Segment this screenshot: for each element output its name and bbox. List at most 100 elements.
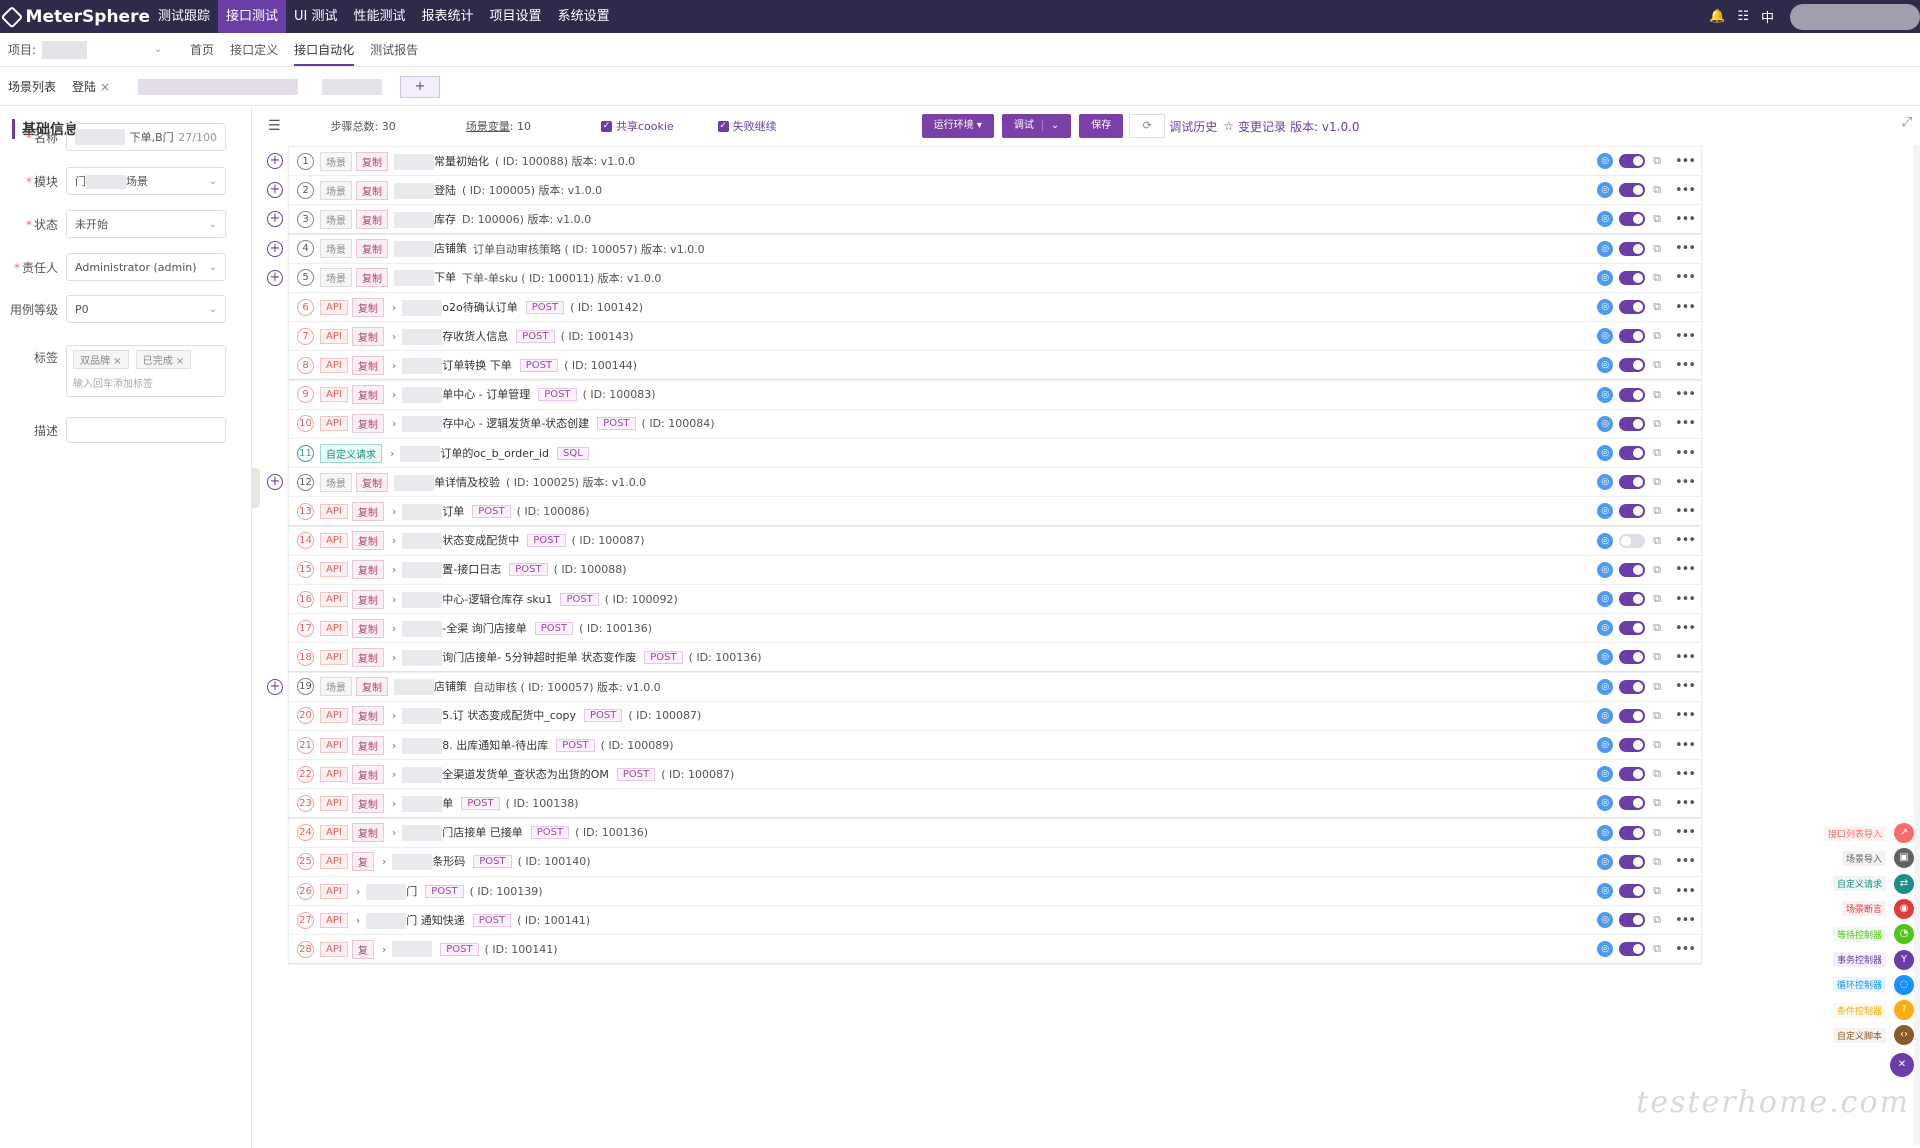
step-name[interactable]: 条形码 xyxy=(392,853,465,871)
close-toolbar-button[interactable]: ✕ xyxy=(1890,1052,1914,1077)
env-icon[interactable]: ◎ xyxy=(1597,269,1614,286)
save-button[interactable]: 保存 xyxy=(1079,114,1124,138)
more-icon[interactable]: ••• xyxy=(1675,446,1696,461)
copy-icon[interactable]: ⧉ xyxy=(1653,300,1661,314)
step-card[interactable]: 16 API 复制 › 中心-逻辑仓库存 sku1 POST ( ID: 100092) ◎ ⧉… xyxy=(288,584,1702,614)
copy-icon[interactable]: ⧉ xyxy=(1653,388,1661,402)
enable-toggle[interactable] xyxy=(1619,650,1646,665)
copy-icon[interactable]: ⧉ xyxy=(1653,650,1661,664)
more-icon[interactable]: ••• xyxy=(1675,854,1696,869)
chevron-right-icon[interactable]: › xyxy=(392,534,396,547)
desc-textarea[interactable] xyxy=(66,417,226,443)
env-icon[interactable]: ◎ xyxy=(1597,912,1614,929)
chevron-right-icon[interactable]: › xyxy=(392,417,396,430)
chevron-right-icon[interactable]: › xyxy=(382,943,386,956)
step-name[interactable]: 店铺策 xyxy=(394,240,467,258)
enable-toggle[interactable] xyxy=(1619,942,1646,957)
enable-toggle[interactable] xyxy=(1619,592,1646,606)
env-icon[interactable]: ◎ xyxy=(1597,474,1614,491)
step-name[interactable]: 存中心 - 逻辑发货单-状态创建 xyxy=(402,415,589,433)
copy-icon[interactable]: ⧉ xyxy=(1653,271,1661,285)
enable-toggle[interactable] xyxy=(1619,533,1646,548)
step-name[interactable]: 门 通知快递 xyxy=(366,912,465,929)
chevron-right-icon[interactable]: › xyxy=(392,330,396,343)
env-icon[interactable]: ◎ xyxy=(1597,532,1614,549)
app-logo[interactable]: MeterSphere xyxy=(0,5,150,28)
more-icon[interactable]: ••• xyxy=(1675,475,1696,490)
chevron-right-icon[interactable]: › xyxy=(392,359,396,372)
share-cookie-checkbox[interactable]: ✓ 共享cookie xyxy=(600,118,674,134)
copy-icon[interactable]: ⧉ xyxy=(1653,154,1661,168)
add-substep-icon[interactable]: + xyxy=(267,153,283,169)
copy-icon[interactable]: ⧉ xyxy=(1653,212,1661,226)
status-select[interactable]: 未开始 ⌄ xyxy=(66,210,226,238)
step-name[interactable]: 8. 出库通知单-待出库 xyxy=(402,737,548,754)
enable-toggle[interactable] xyxy=(1619,183,1646,198)
env-icon[interactable]: ◎ xyxy=(1597,941,1614,958)
fail-continue-checkbox[interactable]: ✓ 失败继续 xyxy=(717,118,777,134)
step-name[interactable]: 常量初始化 xyxy=(394,153,489,170)
subnav-item[interactable]: 首页 xyxy=(190,34,214,66)
more-icon[interactable]: ••• xyxy=(1675,270,1696,285)
run-env-button[interactable]: 运行环境 ▾ xyxy=(921,114,994,138)
more-icon[interactable]: ••• xyxy=(1675,650,1696,665)
tags-input[interactable]: 双品牌 × 已完成 × 输入回车添加标签 xyxy=(66,345,226,397)
step-card[interactable]: 28 API 复 › POST ( ID: 100141) ◎ ⧉ ••• xyxy=(288,934,1702,965)
step-name[interactable]: 全渠道发货单_查状态为出货的OM xyxy=(402,766,609,783)
more-icon[interactable]: ••• xyxy=(1675,329,1696,344)
more-icon[interactable]: ••• xyxy=(1675,796,1696,811)
enable-toggle[interactable] xyxy=(1619,358,1646,373)
enable-toggle[interactable] xyxy=(1619,767,1646,782)
chevron-right-icon[interactable]: › xyxy=(356,914,360,927)
copy-icon[interactable]: ⧉ xyxy=(1653,913,1661,927)
name-field[interactable]: 下单,B门 27/100 xyxy=(66,123,226,151)
scene-vars[interactable]: 场景变量: 10 xyxy=(466,118,531,134)
step-name[interactable]: o2o待确认订单 xyxy=(402,299,518,316)
add-step-tool[interactable]: 事务控制器 Y xyxy=(1832,949,1914,970)
copy-icon[interactable]: ⧉ xyxy=(1653,884,1661,898)
step-name[interactable]: 库存 xyxy=(394,211,456,228)
more-icon[interactable]: ••• xyxy=(1675,825,1696,840)
step-card[interactable]: 12 场景 复制 单详情及校验 ( ID: 100025) 版本: v1.0.0 ◎ ⧉ ••… xyxy=(288,467,1702,498)
add-substep-icon[interactable]: + xyxy=(267,474,283,491)
chevron-right-icon[interactable]: › xyxy=(392,826,396,839)
more-icon[interactable]: ••• xyxy=(1675,767,1696,782)
env-icon[interactable]: ◎ xyxy=(1597,211,1614,228)
add-step-tool[interactable]: 条件控制器? xyxy=(1832,1000,1914,1021)
step-name[interactable]: 存收货人信息 xyxy=(402,328,508,345)
enable-toggle[interactable] xyxy=(1619,387,1646,402)
enable-toggle[interactable] xyxy=(1619,300,1646,314)
chevron-right-icon[interactable]: › xyxy=(356,885,360,898)
copy-icon[interactable]: ⧉ xyxy=(1653,563,1661,577)
step-card[interactable]: 24 API 复制 › 门店接单 已接单 POST ( ID: 100136) ◎ ⧉ ••• xyxy=(288,817,1702,848)
env-icon[interactable]: ◎ xyxy=(1597,824,1614,841)
add-step-tool[interactable]: 场景断言 ◉ xyxy=(1841,898,1914,919)
step-card[interactable]: 25 API 复 › 条形码 POST ( ID: 100140) ◎ ⧉ ••• xyxy=(288,846,1702,877)
step-card[interactable]: 23 API 复制 › 单 POST ( ID: 100138) ◎ ⧉ ••• xyxy=(288,788,1702,819)
step-name[interactable] xyxy=(392,941,433,958)
subnav-item[interactable]: 测试报告 xyxy=(370,34,418,66)
copy-icon[interactable]: ⧉ xyxy=(1653,242,1661,256)
more-icon[interactable]: ••• xyxy=(1675,884,1696,899)
env-icon[interactable]: ◎ xyxy=(1597,649,1614,666)
more-icon[interactable]: ••• xyxy=(1675,241,1696,256)
step-name[interactable]: 订单的oc_b_order_id xyxy=(400,445,549,462)
more-icon[interactable]: ••• xyxy=(1675,387,1696,402)
step-card[interactable]: 26 API › 门 POST ( ID: 100139) ◎ ⧉ ••• xyxy=(288,876,1702,906)
more-icon[interactable]: ••• xyxy=(1675,300,1696,315)
subnav-item[interactable]: 接口定义 xyxy=(230,34,278,66)
step-name[interactable]: 中心-逻辑仓库存 sku1 xyxy=(402,591,552,608)
more-icon[interactable]: ••• xyxy=(1675,562,1696,577)
enable-toggle[interactable] xyxy=(1619,212,1646,227)
enable-toggle[interactable] xyxy=(1619,796,1646,811)
copy-icon[interactable]: ⧉ xyxy=(1653,621,1661,635)
nav-item[interactable]: 系统设置 xyxy=(550,0,618,33)
add-tab-button[interactable]: + xyxy=(400,75,441,98)
copy-icon[interactable]: ⧉ xyxy=(1653,329,1661,343)
nav-item[interactable]: 性能测试 xyxy=(346,0,414,33)
step-name[interactable]: 询门店接单- 5分钟超时拒单 状态变作废 xyxy=(402,649,636,666)
step-card[interactable]: 20 API 复制 › 5.订 状态变成配货中_copy POST ( ID: 100087… xyxy=(288,700,1702,731)
chevron-down-icon[interactable]: ⌄ xyxy=(1041,120,1060,131)
enable-toggle[interactable] xyxy=(1619,446,1646,460)
env-icon[interactable]: ◎ xyxy=(1597,182,1614,199)
